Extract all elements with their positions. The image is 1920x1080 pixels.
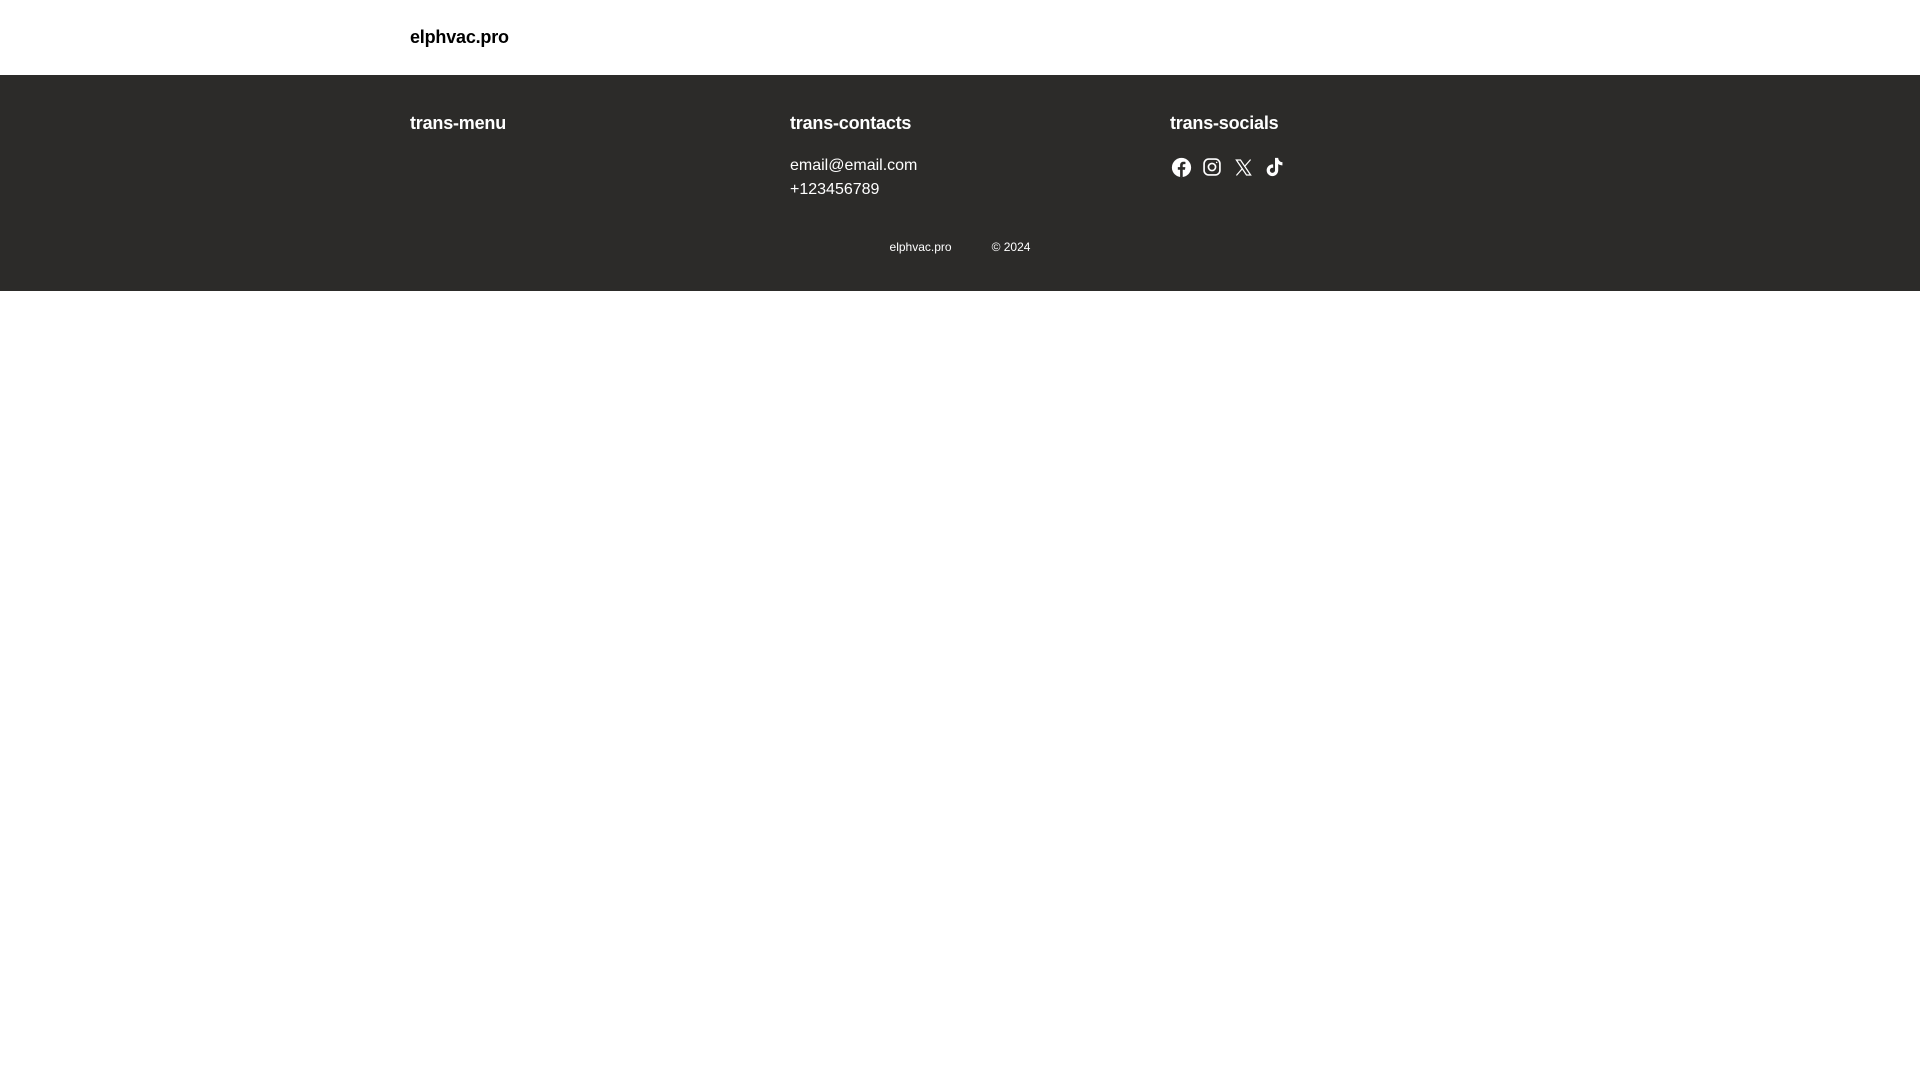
x-twitter-link[interactable] <box>1232 155 1254 179</box>
footer-menu-column: trans-menu <box>410 111 506 135</box>
contact-phone-item: +123456789 <box>790 178 917 202</box>
instagram-link[interactable] <box>1201 155 1223 179</box>
site-header: elphvac.pro <box>0 0 1920 75</box>
social-links <box>1170 155 1285 179</box>
site-logo-link[interactable]: elphvac.pro <box>410 25 509 49</box>
footer-contacts-column: trans-contacts email@email.com +12345678… <box>790 111 917 202</box>
x-twitter-icon <box>1234 158 1252 176</box>
site-footer: trans-menu trans-contacts email@email.co… <box>0 75 1920 291</box>
contact-phone-link[interactable]: +123456789 <box>790 181 879 198</box>
facebook-link[interactable] <box>1170 155 1192 179</box>
footer-site-name: elphvac.pro <box>889 240 952 254</box>
facebook-icon <box>1171 157 1191 177</box>
footer-socials-column: trans-socials <box>1170 111 1285 179</box>
instagram-icon <box>1203 158 1221 176</box>
contact-list: email@email.com +123456789 <box>790 154 917 202</box>
footer-socials-title: trans-socials <box>1170 113 1279 133</box>
footer-bottom-bar: elphvac.pro © 2024 <box>0 239 1920 255</box>
footer-menu-title: trans-menu <box>410 113 507 133</box>
tiktok-link[interactable] <box>1263 155 1285 179</box>
tiktok-icon <box>1266 157 1283 177</box>
contact-email-link[interactable]: email@email.com <box>790 157 917 174</box>
contact-email-item: email@email.com <box>790 154 917 178</box>
footer-copyright: © 2024 <box>991 240 1031 254</box>
footer-contacts-title: trans-contacts <box>790 113 912 133</box>
